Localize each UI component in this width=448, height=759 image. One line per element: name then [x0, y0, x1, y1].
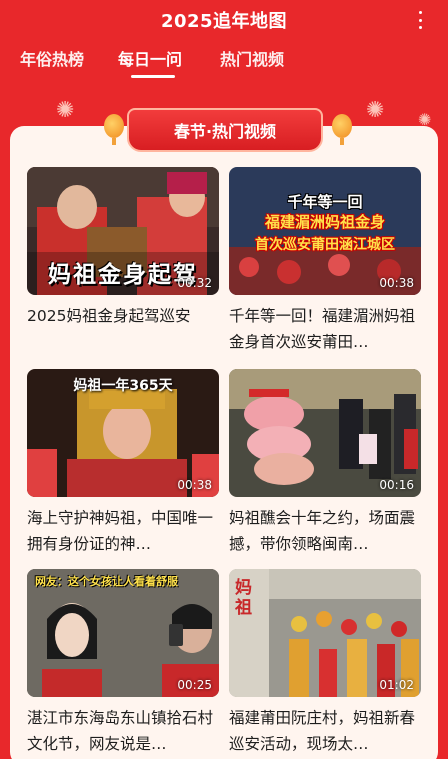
video-thumbnail[interactable]: 妈祖一年365天 00:38	[27, 369, 219, 497]
video-card[interactable]: 妈 祖 01:02 福建莆田阮庄村，妈祖新春巡安活动，现场太…	[229, 569, 421, 759]
video-duration: 00:38	[379, 276, 414, 290]
video-thumbnail[interactable]: 00:16	[229, 369, 421, 497]
top-bar: 2025追年地图	[0, 0, 448, 40]
video-caption[interactable]: 千年等一回！福建湄洲妈祖金身首次巡安莆田…	[229, 303, 425, 355]
video-thumbnail[interactable]: 妈 祖 01:02	[229, 569, 421, 697]
thumbnail-overlay-line: 福建湄洲妈祖金身	[264, 213, 385, 231]
video-thumbnail[interactable]: 网友：这个女孩让人看着舒服 00:25	[27, 569, 219, 697]
section-title: 春节·热门视频	[173, 122, 277, 141]
video-thumbnail[interactable]: 千年等一回 福建湄洲妈祖金身 首次巡安莆田涵江城区 00:38	[229, 167, 421, 295]
thumbnail-overlay-line: 千年等一回	[287, 193, 363, 211]
video-card[interactable]: 00:16 妈祖醮会十年之约，场面震撼，带你领略闽南…	[229, 369, 421, 559]
video-caption[interactable]: 2025妈祖金身起驾巡安	[27, 303, 223, 355]
video-duration: 00:32	[177, 276, 212, 290]
firework-icon: ✺	[366, 98, 385, 123]
video-card[interactable]: 妈祖一年365天 00:38 海上守护神妈祖，中国唯一拥有身份证的神…	[27, 369, 219, 559]
lantern-icon	[104, 114, 124, 145]
lantern-icon	[332, 114, 352, 145]
video-thumbnail[interactable]: 妈祖金身起驾 00:32	[27, 167, 219, 295]
video-caption[interactable]: 湛江市东海岛东山镇拾石村文化节，网友说是…	[27, 705, 223, 757]
video-duration: 00:25	[177, 678, 212, 692]
thumbnail-overlay-text: 网友：这个女孩让人看着舒服	[35, 575, 178, 588]
video-card[interactable]: 妈祖金身起驾 00:32 2025妈祖金身起驾巡安	[27, 167, 219, 357]
active-tab-indicator	[131, 75, 175, 78]
thumbnail-overlay-line: 祖	[235, 598, 252, 618]
video-caption[interactable]: 海上守护神妈祖，中国唯一拥有身份证的神…	[27, 505, 223, 557]
more-vertical-icon[interactable]	[414, 10, 426, 30]
video-duration: 00:16	[379, 478, 414, 492]
video-duration: 00:38	[177, 478, 212, 492]
section-header: 春节·热门视频	[127, 108, 323, 152]
tab-bar: 年俗热榜 每日一问 热门视频	[0, 44, 448, 78]
video-card[interactable]: 网友：这个女孩让人看着舒服 00:25 湛江市东海岛东山镇拾石村文化节，网友说是…	[27, 569, 219, 759]
thumbnail-overlay-line: 首次巡安莆田涵江城区	[255, 237, 395, 253]
video-caption[interactable]: 福建莆田阮庄村，妈祖新春巡安活动，现场太…	[229, 705, 425, 757]
tab-daily-question[interactable]: 每日一问	[118, 44, 182, 78]
video-duration: 01:02	[379, 678, 414, 692]
app-title: 2025追年地图	[160, 11, 288, 32]
tab-yearly-customs-ranking[interactable]: 年俗热榜	[20, 44, 84, 78]
tab-hot-videos[interactable]: 热门视频	[220, 44, 284, 78]
video-caption[interactable]: 妈祖醮会十年之约，场面震撼，带你领略闽南…	[229, 505, 425, 557]
video-panel: 妈祖金身起驾 00:32 2025妈祖金身起驾巡安 千年等一回 福建湄洲妈祖金身…	[10, 126, 438, 759]
video-card[interactable]: 千年等一回 福建湄洲妈祖金身 首次巡安莆田涵江城区 00:38 千年等一回！福建…	[229, 167, 421, 357]
thumbnail-overlay-text: 妈祖一年365天	[73, 378, 173, 394]
firework-icon: ✺	[56, 98, 75, 123]
